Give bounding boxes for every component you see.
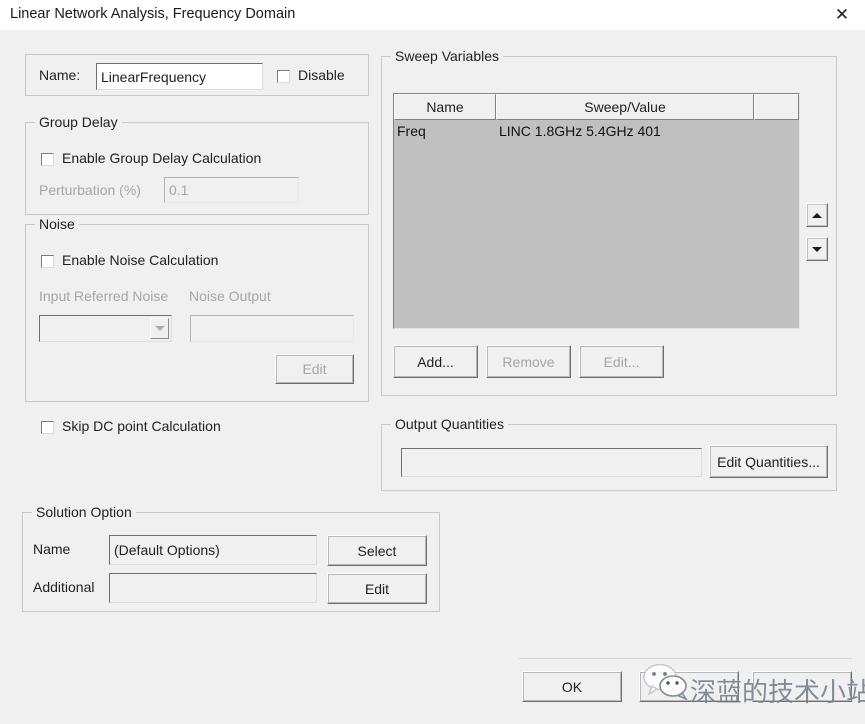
solution-option-title: Solution Option xyxy=(32,504,136,520)
noise-edit-button[interactable]: Edit xyxy=(275,354,354,384)
noise-title: Noise xyxy=(35,216,79,232)
disable-label: Disable xyxy=(298,67,345,83)
table-row[interactable]: Freq LINC 1.8GHz 5.4GHz 401 xyxy=(394,120,799,144)
triangle-down-icon xyxy=(812,246,822,252)
noise-group: Noise Enable Noise Calculation Input Ref… xyxy=(25,216,369,402)
output-quantities-input[interactable] xyxy=(401,448,702,477)
enable-noise-checkbox[interactable] xyxy=(41,255,54,268)
name-label: Name: xyxy=(39,67,81,83)
skip-dc-checkbox[interactable] xyxy=(41,421,54,434)
row-name: Freq xyxy=(397,123,426,139)
select-button[interactable]: Select xyxy=(327,535,427,566)
footer-divider xyxy=(519,658,852,659)
group-delay-group: Group Delay Enable Group Delay Calculati… xyxy=(25,114,369,215)
window-title: Linear Network Analysis, Frequency Domai… xyxy=(10,6,296,22)
noise-output-label: Noise Output xyxy=(189,288,271,304)
analysis-name-input[interactable]: LinearFrequency xyxy=(96,63,263,90)
additional-label: Additional xyxy=(33,579,95,595)
close-icon[interactable]: ✕ xyxy=(819,0,865,30)
edit-sweep-button[interactable]: Edit... xyxy=(579,345,664,378)
input-referred-noise-select[interactable] xyxy=(39,315,172,342)
edit-quantities-button[interactable]: Edit Quantities... xyxy=(709,445,828,478)
chevron-down-icon[interactable] xyxy=(150,318,169,339)
linear-network-analysis-dialog: Linear Network Analysis, Frequency Domai… xyxy=(0,0,865,724)
scroll-up-button[interactable] xyxy=(806,203,828,227)
perturbation-input[interactable]: 0.1 xyxy=(164,177,299,203)
enable-noise-label: Enable Noise Calculation xyxy=(62,252,219,268)
remove-sweep-button[interactable]: Remove xyxy=(486,345,571,378)
output-quantities-title: Output Quantities xyxy=(391,416,508,432)
perturbation-label: Perturbation (%) xyxy=(39,182,141,198)
dialog-surface: Name: LinearFrequency Disable Group Dela… xyxy=(0,30,865,724)
solution-name-label: Name xyxy=(33,541,71,557)
title-bar: Linear Network Analysis, Frequency Domai… xyxy=(0,0,865,31)
triangle-up-icon xyxy=(812,212,822,218)
name-row-panel: Name: LinearFrequency Disable xyxy=(25,54,369,96)
group-delay-title: Group Delay xyxy=(35,114,122,130)
add-sweep-button[interactable]: Add... xyxy=(393,345,478,378)
column-header-extra[interactable] xyxy=(754,94,799,120)
noise-output-input[interactable] xyxy=(190,315,354,342)
enable-group-delay-checkbox[interactable] xyxy=(41,153,54,166)
solution-edit-button[interactable]: Edit xyxy=(327,573,427,604)
row-sweep-value: LINC 1.8GHz 5.4GHz 401 xyxy=(499,123,661,139)
disable-checkbox[interactable] xyxy=(277,70,290,83)
sweep-variables-list[interactable]: Name Sweep/Value Freq LINC 1.8GHz 5.4GHz… xyxy=(393,93,800,329)
sweep-table-header: Name Sweep/Value xyxy=(394,94,799,120)
skip-dc-label: Skip DC point Calculation xyxy=(62,418,221,434)
ok-button[interactable]: OK xyxy=(522,671,622,702)
solution-name-input[interactable]: (Default Options) xyxy=(109,535,317,565)
help-button[interactable] xyxy=(752,671,852,702)
input-referred-noise-label: Input Referred Noise xyxy=(39,288,169,304)
column-header-sweep-value[interactable]: Sweep/Value xyxy=(496,94,754,120)
additional-input[interactable] xyxy=(109,573,317,603)
output-quantities-group: Output Quantities Edit Quantities... xyxy=(381,416,837,491)
sweep-variables-group: Sweep Variables Name Sweep/Value Freq LI… xyxy=(381,48,837,396)
solution-option-group: Solution Option Name (Default Options) S… xyxy=(22,504,440,612)
enable-group-delay-label: Enable Group Delay Calculation xyxy=(62,150,262,166)
scroll-down-button[interactable] xyxy=(806,237,828,261)
sweep-variables-title: Sweep Variables xyxy=(391,48,504,64)
cancel-button[interactable] xyxy=(639,671,739,702)
column-header-name[interactable]: Name xyxy=(394,94,496,120)
